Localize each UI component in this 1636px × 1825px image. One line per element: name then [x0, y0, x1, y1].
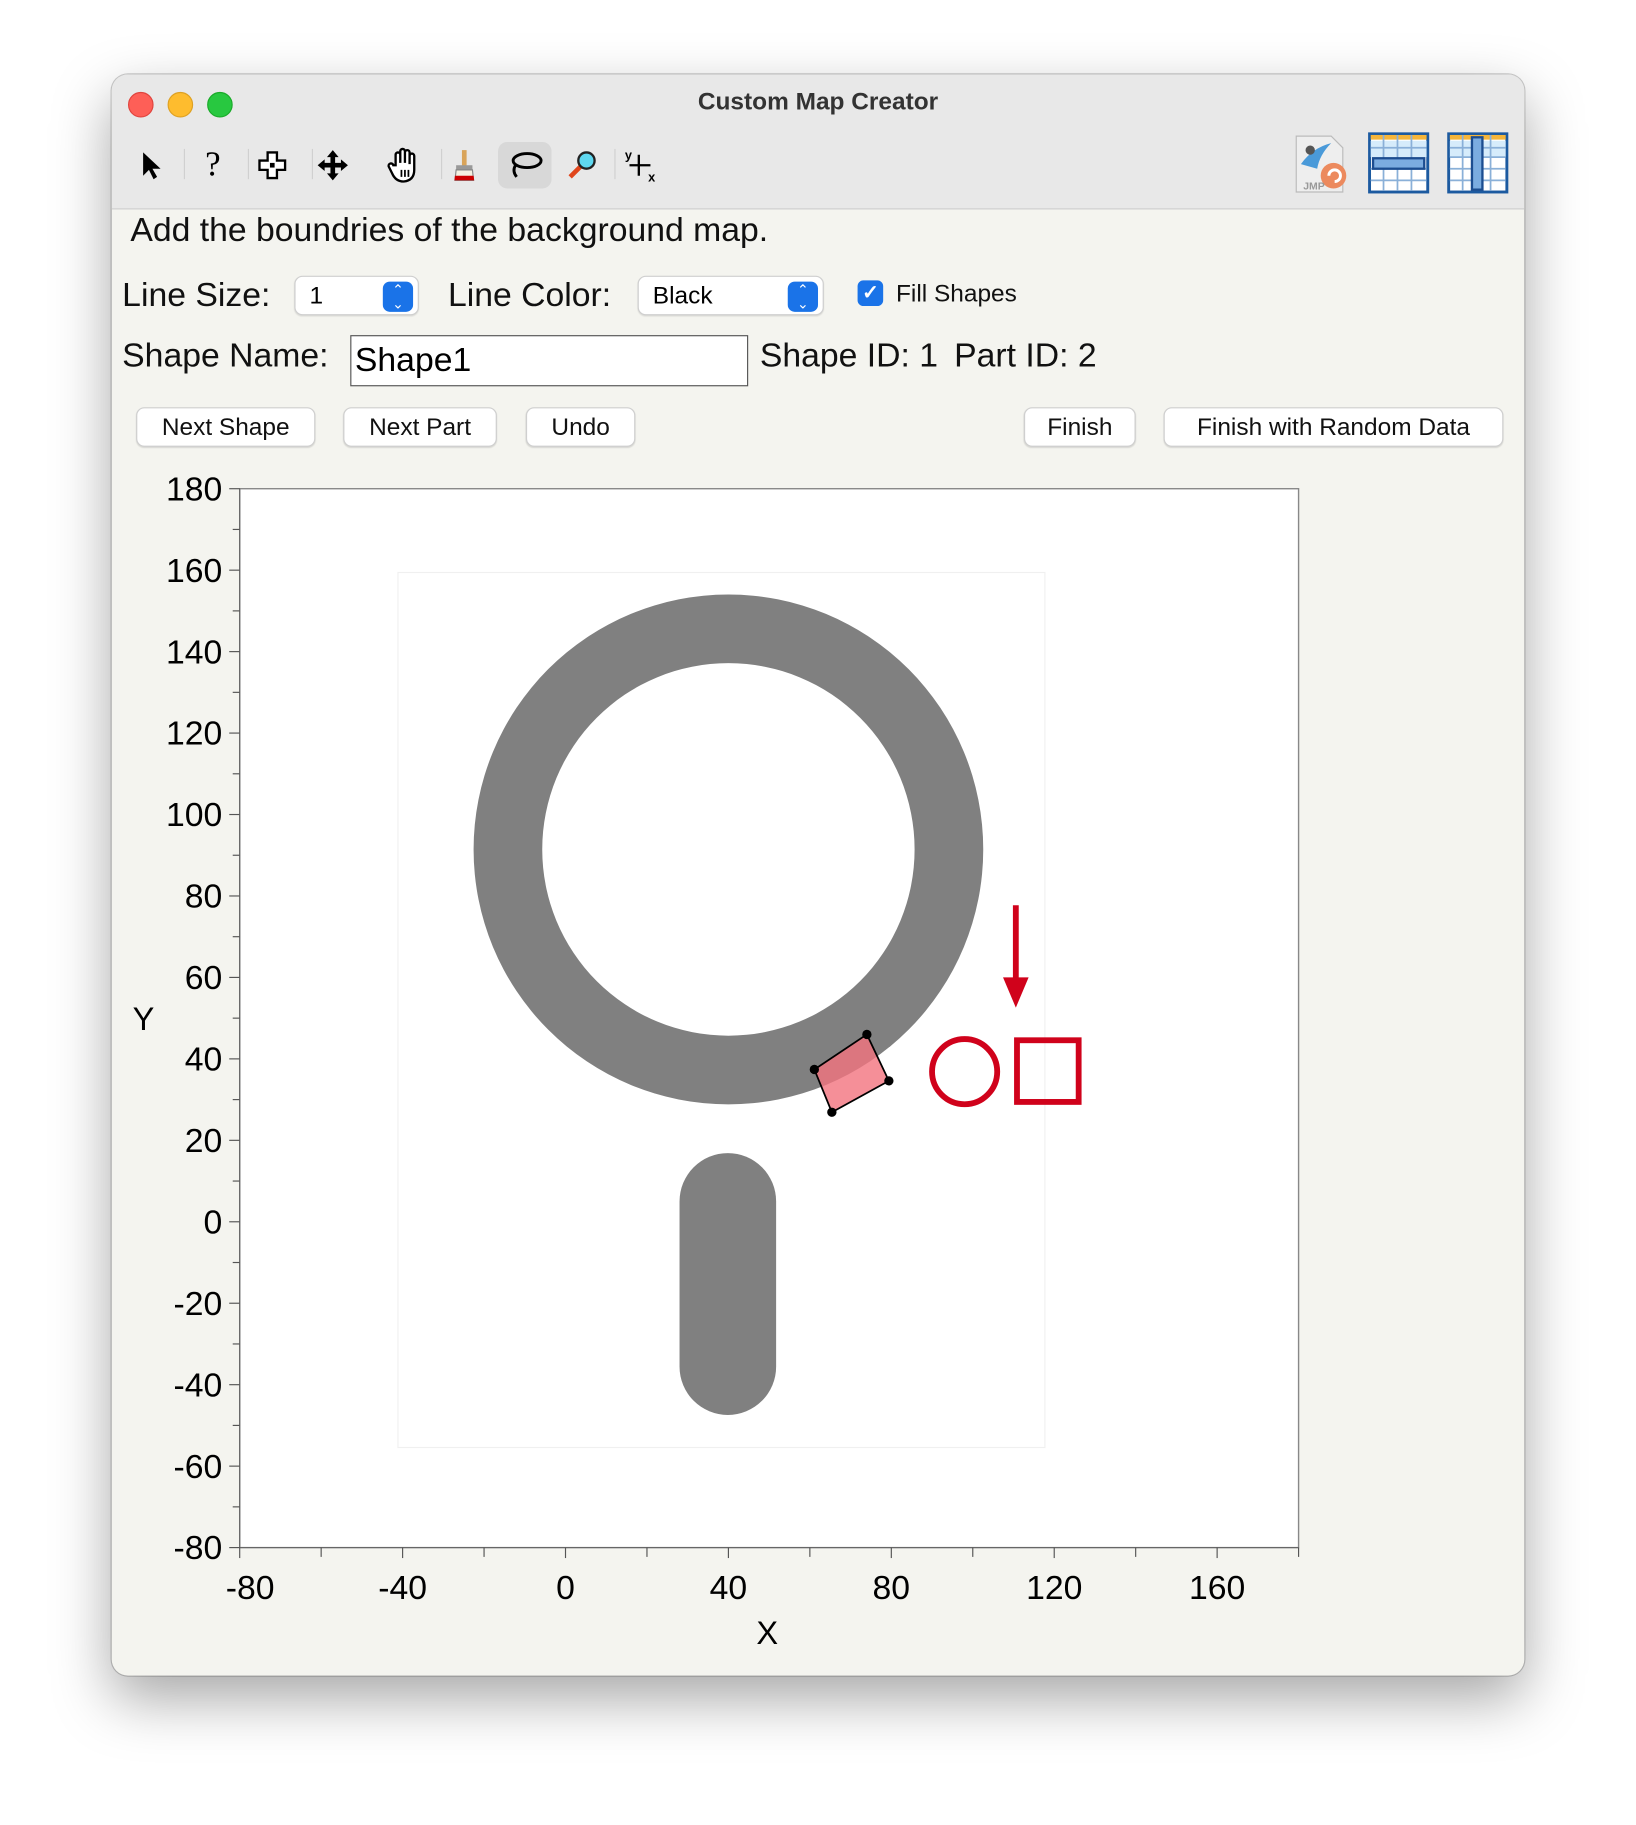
y-tick-label: -20 [173, 1285, 222, 1323]
x-axis-label: X [756, 1615, 778, 1651]
y-tick-label: 100 [166, 796, 222, 834]
y-tick-label: 160 [166, 552, 222, 590]
polygon-vertex-handle[interactable] [862, 1029, 872, 1040]
y-tick-label: 20 [185, 1122, 223, 1160]
y-tick-label: -60 [173, 1448, 222, 1486]
polygon-vertex-handle[interactable] [884, 1076, 894, 1086]
x-tick-label: 40 [710, 1569, 748, 1607]
y-axis-label: Y [133, 1001, 155, 1037]
y-tick-label: -40 [173, 1366, 222, 1404]
polygon-vertex-handle[interactable] [827, 1107, 837, 1117]
y-tick-label: -80 [173, 1529, 222, 1567]
y-tick-label: 140 [166, 633, 222, 671]
custom-map-creator-window: Custom Map Creator ? yx JMP Add the boun… [111, 74, 1525, 1676]
y-tick-label: 80 [185, 878, 223, 916]
x-tick-label: -80 [226, 1569, 275, 1607]
x-tick-label: -40 [378, 1569, 427, 1607]
magnifier-handle-shape [679, 1153, 777, 1415]
y-tick-label: 0 [203, 1203, 222, 1241]
y-tick-label: 180 [166, 470, 222, 508]
map-plot[interactable]: -80 -40 0 40 80 120 160 180 160 140 120 100 80 60 40 20… [112, 74, 1525, 1675]
polygon-vertex-handle[interactable] [809, 1064, 819, 1075]
y-tick-label: 40 [185, 1041, 223, 1079]
x-tick-label: 0 [556, 1569, 575, 1607]
x-tick-label: 160 [1189, 1569, 1245, 1607]
x-tick-label: 120 [1026, 1569, 1082, 1607]
y-tick-label: 120 [166, 715, 222, 753]
y-tick-label: 60 [185, 959, 223, 997]
x-tick-label: 80 [873, 1569, 911, 1607]
